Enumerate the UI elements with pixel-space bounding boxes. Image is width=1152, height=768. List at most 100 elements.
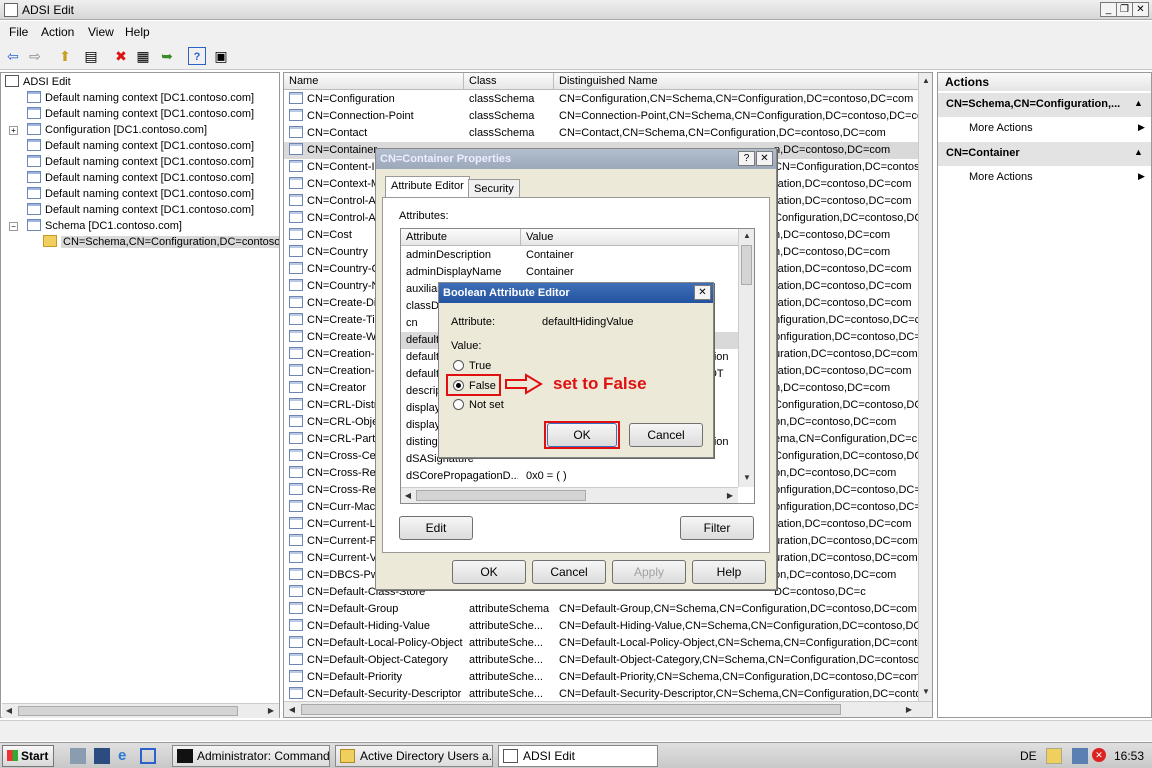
- help-text-button[interactable]: Help: [692, 560, 766, 584]
- scroll-thumb[interactable]: [301, 704, 841, 715]
- column-dn[interactable]: Distinguished Name: [554, 73, 920, 90]
- attr-hscrollbar[interactable]: ◀ ▶: [401, 487, 738, 503]
- task-command-prompt[interactable]: Administrator: Command...: [172, 745, 330, 767]
- apply-button[interactable]: Apply: [612, 560, 686, 584]
- explorer-icon[interactable]: [140, 748, 156, 764]
- tree-item[interactable]: Default naming context [DC1.contoso.com]: [27, 106, 254, 122]
- scroll-right-icon[interactable]: ▶: [902, 703, 916, 717]
- tree-item[interactable]: Default naming context [DC1.contoso.com]: [27, 202, 254, 218]
- cancel-button[interactable]: Cancel: [629, 423, 703, 447]
- radio-selected-icon[interactable]: [453, 380, 464, 391]
- ie-icon[interactable]: e: [118, 747, 126, 764]
- scroll-up-icon[interactable]: ▲: [740, 229, 754, 243]
- tree-item[interactable]: Default naming context [DC1.contoso.com]: [27, 154, 254, 170]
- scroll-left-icon[interactable]: ◀: [401, 489, 415, 503]
- up-folder-icon[interactable]: ⬆: [56, 47, 74, 65]
- help-button[interactable]: ?: [738, 151, 755, 166]
- show-hide-tree-icon[interactable]: ▤: [82, 47, 100, 65]
- tree-item[interactable]: Schema [DC1.contoso.com]: [27, 218, 182, 234]
- radio-false[interactable]: False: [453, 380, 496, 392]
- back-icon[interactable]: ⇦: [4, 47, 22, 65]
- more-actions-link[interactable]: More Actions: [969, 122, 1033, 134]
- column-class[interactable]: Class: [464, 73, 554, 90]
- restore-button[interactable]: ❐: [1116, 2, 1133, 17]
- clock[interactable]: 16:53: [1114, 749, 1144, 763]
- expand-toggle[interactable]: +: [9, 126, 18, 135]
- collapse-icon[interactable]: ▲: [1134, 98, 1143, 108]
- ok-button[interactable]: OK: [547, 423, 617, 447]
- actions-section-header[interactable]: CN=Container ▲: [938, 142, 1151, 166]
- table-row[interactable]: CN=Default-Object-Category attributeSche.…: [284, 652, 918, 669]
- table-row[interactable]: CN=Configuration classSchema CN=Configurat…: [284, 91, 918, 108]
- attribute-row[interactable]: dSCorePropagationD... 0x0 = ( ): [401, 468, 738, 485]
- scroll-thumb[interactable]: [741, 245, 752, 285]
- tree-item[interactable]: Default naming context [DC1.contoso.com]: [27, 186, 254, 202]
- table-row[interactable]: CN=Connection-Point classSchema CN=Connect…: [284, 108, 918, 125]
- language-indicator[interactable]: DE: [1020, 749, 1037, 763]
- list-hscrollbar[interactable]: ◀ ▶: [284, 701, 932, 717]
- scroll-up-icon[interactable]: ▲: [919, 74, 932, 88]
- table-row[interactable]: CN=Default-Group attributeSchema CN=Defaul…: [284, 601, 918, 618]
- edit-button[interactable]: Edit: [399, 516, 473, 540]
- attribute-row[interactable]: adminDescription Container: [401, 247, 738, 264]
- table-row[interactable]: CN=Contact classSchema CN=Contact,CN=Schem…: [284, 125, 918, 142]
- radio-not-set[interactable]: Not set: [453, 399, 504, 411]
- menu-action[interactable]: Action: [41, 25, 74, 39]
- network-icon[interactable]: [1072, 748, 1088, 764]
- tree-item[interactable]: Default naming context [DC1.contoso.com]: [27, 170, 254, 186]
- collapse-toggle[interactable]: −: [9, 222, 18, 231]
- more-actions-link[interactable]: More Actions: [969, 171, 1033, 183]
- table-row[interactable]: CN=Default-Hiding-Value attributeSche... C…: [284, 618, 918, 635]
- radio-icon[interactable]: [453, 360, 464, 371]
- ok-button[interactable]: OK: [452, 560, 526, 584]
- task-aduc[interactable]: Active Directory Users a...: [335, 745, 493, 767]
- forward-icon[interactable]: ⇨: [26, 47, 44, 65]
- scroll-thumb[interactable]: [18, 706, 238, 716]
- scroll-right-icon[interactable]: ▶: [264, 704, 278, 718]
- tab-attribute-editor[interactable]: Attribute Editor: [385, 176, 470, 198]
- column-value[interactable]: Value: [521, 229, 739, 246]
- menu-view[interactable]: View: [88, 25, 114, 39]
- collapse-icon[interactable]: ▲: [1134, 147, 1143, 157]
- radio-true[interactable]: True: [453, 360, 491, 372]
- tree-item[interactable]: Default naming context [DC1.contoso.com]: [27, 90, 254, 106]
- task-adsi-edit[interactable]: ADSI Edit: [498, 745, 658, 767]
- notification-icon[interactable]: [1046, 748, 1062, 764]
- table-row[interactable]: CN=Default-Local-Policy-Object attributeS…: [284, 635, 918, 652]
- sound-muted-icon[interactable]: ✕: [1092, 748, 1106, 762]
- radio-icon[interactable]: [453, 399, 464, 410]
- attribute-row[interactable]: adminDisplayName Container: [401, 264, 738, 281]
- delete-icon[interactable]: ✖: [112, 47, 130, 65]
- close-button[interactable]: ✕: [694, 285, 711, 300]
- close-button[interactable]: ✕: [1132, 2, 1149, 17]
- tree-item[interactable]: Configuration [DC1.contoso.com]: [27, 122, 207, 138]
- tree-item[interactable]: Default naming context [DC1.contoso.com]: [27, 138, 254, 154]
- scroll-left-icon[interactable]: ◀: [2, 704, 16, 718]
- minimize-button[interactable]: _: [1100, 2, 1117, 17]
- powershell-icon[interactable]: [94, 748, 110, 764]
- scroll-down-icon[interactable]: ▼: [740, 471, 754, 485]
- attr-vscrollbar[interactable]: ▲ ▼: [738, 229, 754, 487]
- scroll-left-icon[interactable]: ◀: [285, 703, 299, 717]
- scroll-right-icon[interactable]: ▶: [723, 489, 737, 503]
- action-pane-icon[interactable]: ▣: [212, 47, 230, 65]
- filter-button[interactable]: Filter: [680, 516, 754, 540]
- cancel-button[interactable]: Cancel: [532, 560, 606, 584]
- column-name[interactable]: Name: [284, 73, 464, 90]
- tab-security[interactable]: Security: [468, 179, 520, 199]
- actions-section-header[interactable]: CN=Schema,CN=Configuration,... ▲: [938, 93, 1151, 117]
- export-list-icon[interactable]: ➥: [158, 47, 176, 65]
- tree-root[interactable]: ADSI Edit: [5, 74, 71, 90]
- properties-icon[interactable]: ▦: [134, 47, 152, 65]
- scroll-down-icon[interactable]: ▼: [919, 685, 932, 699]
- tree-hscrollbar[interactable]: ◀ ▶: [2, 703, 279, 718]
- table-row[interactable]: CN=Default-Priority attributeSche... CN=De…: [284, 669, 918, 686]
- help-icon[interactable]: ?: [188, 47, 206, 65]
- column-attribute[interactable]: Attribute: [401, 229, 521, 246]
- menu-file[interactable]: File: [9, 25, 28, 39]
- close-button[interactable]: ✕: [756, 151, 773, 166]
- menu-help[interactable]: Help: [125, 25, 150, 39]
- server-manager-icon[interactable]: [70, 748, 86, 764]
- start-button[interactable]: Start: [2, 745, 54, 767]
- scroll-thumb[interactable]: [416, 490, 586, 501]
